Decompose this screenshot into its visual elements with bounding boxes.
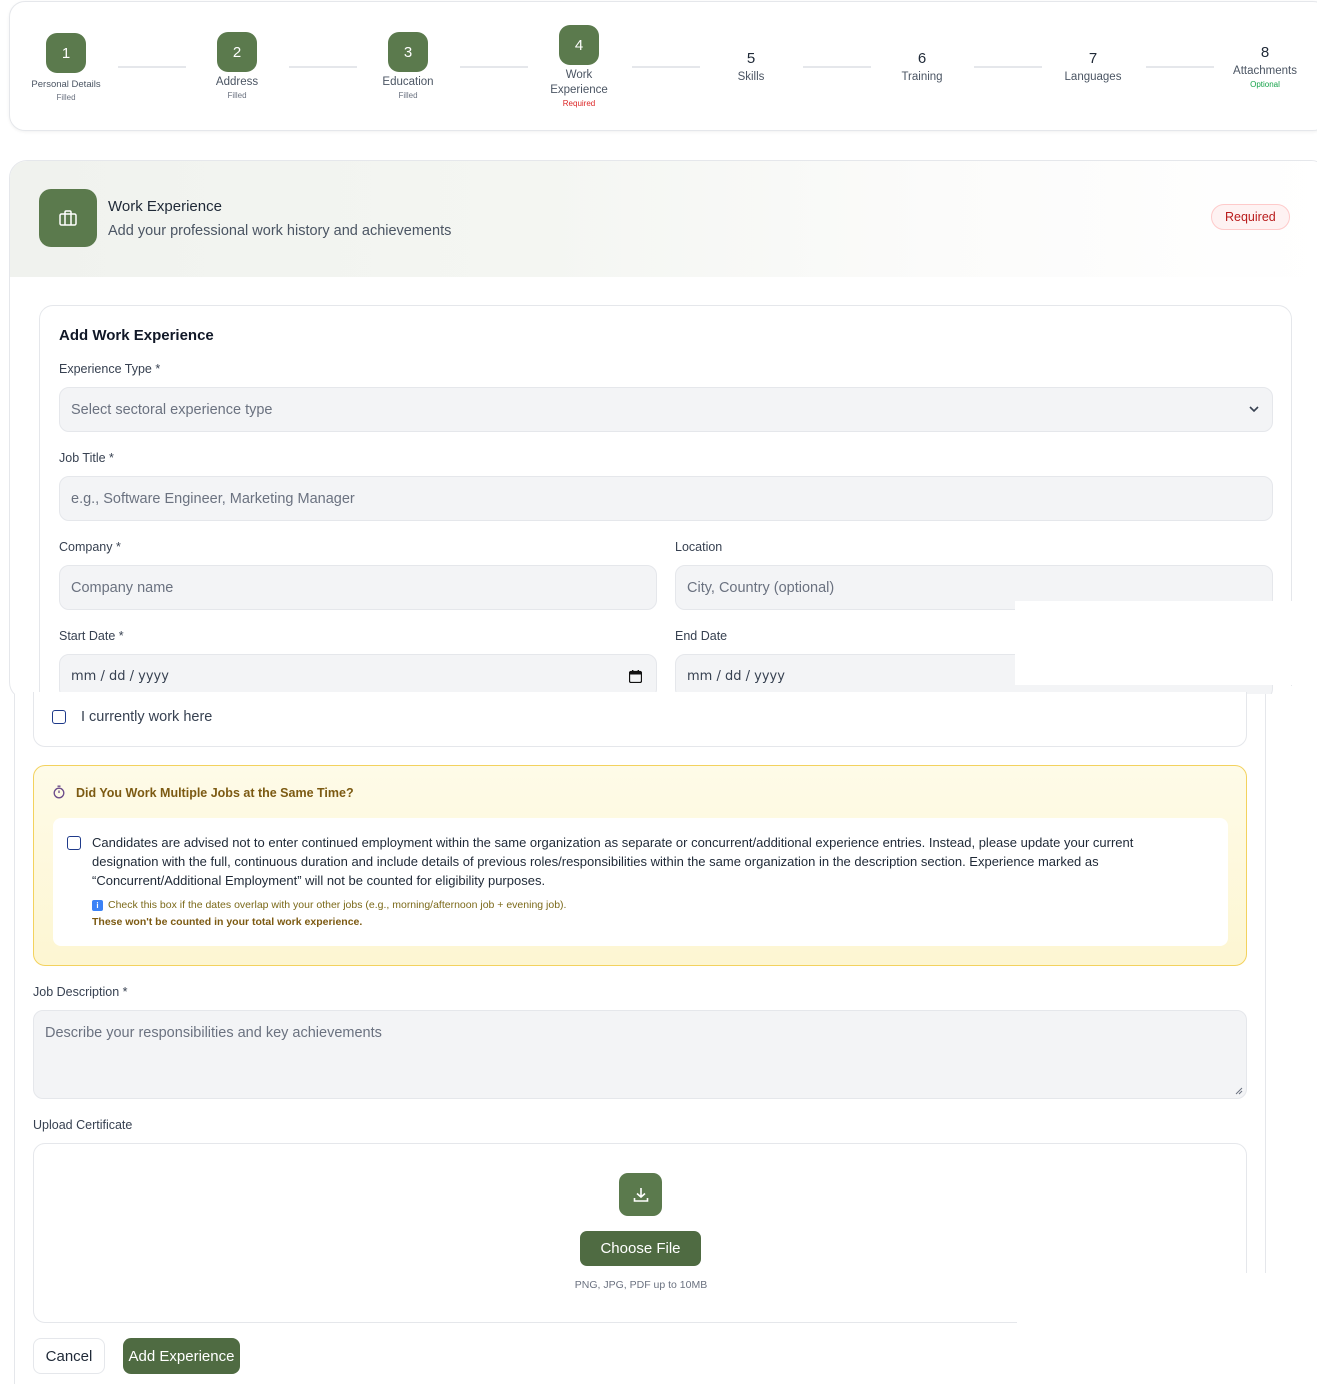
upload-label: Upload Certificate — [33, 1118, 133, 1132]
choose-file-button[interactable]: Choose File — [580, 1231, 701, 1266]
progress-stepper: 1 Personal Details Filled 2 Address Fill… — [9, 1, 1317, 131]
concurrent-note: These won't be counted in your total wor… — [92, 916, 363, 928]
step-status: Filled — [227, 91, 247, 100]
step-status: Required — [562, 99, 596, 108]
step-label: Work Experience — [550, 69, 608, 96]
step-number: 6 — [917, 50, 927, 67]
concurrent-hint-text: Check this box if the dates overlap with… — [108, 899, 567, 911]
chevron-down-icon — [1249, 406, 1259, 413]
section-header: Work Experience Add your professional wo… — [10, 161, 1317, 277]
step-number: 8 — [1260, 44, 1270, 61]
experience-type-value: Select sectoral experience type — [71, 401, 273, 418]
overlay-patch — [1015, 601, 1317, 685]
end-date-label: End Date — [675, 629, 728, 643]
overlay-patch — [1017, 1273, 1317, 1384]
current-job-label[interactable]: I currently work here — [81, 709, 212, 725]
step-attachments[interactable]: 8 Attachments Optional — [1200, 43, 1317, 90]
step-number: 1 — [46, 33, 86, 73]
step-label: Skills — [737, 71, 765, 83]
step-label: Address — [215, 76, 259, 88]
location-placeholder: City, Country (optional) — [687, 579, 835, 596]
step-label: Personal Details — [31, 79, 101, 90]
step-status: Filled — [56, 93, 76, 102]
job-description-label: Job Description * — [33, 985, 128, 999]
job-description-placeholder: Describe your responsibilities and key a… — [45, 1025, 382, 1041]
step-number: 5 — [746, 50, 756, 67]
step-label: Education — [382, 76, 434, 88]
info-icon: i — [92, 900, 103, 911]
cancel-button[interactable]: Cancel — [33, 1338, 105, 1374]
step-label: Training — [901, 71, 943, 83]
step-status: Filled — [398, 91, 418, 100]
step-work-experience[interactable]: 4 Work Experience Required — [514, 25, 644, 109]
required-badge: Required — [1211, 204, 1290, 230]
calendar-icon[interactable] — [629, 670, 642, 683]
experience-type-select[interactable]: Select sectoral experience type — [59, 387, 1273, 432]
job-title-label: Job Title * — [59, 451, 114, 465]
section-title: Work Experience — [108, 198, 222, 215]
page-edge-line — [14, 694, 15, 1384]
stopwatch-icon — [53, 785, 65, 802]
company-placeholder: Company name — [71, 579, 174, 596]
concurrent-description: Candidates are advised not to enter cont… — [92, 835, 1134, 888]
experience-type-label: Experience Type * — [59, 362, 161, 376]
step-skills[interactable]: 5 Skills — [686, 49, 816, 85]
company-input[interactable]: Company name — [59, 565, 657, 610]
start-date-value: mm / dd / yyyy — [71, 669, 169, 684]
concurrent-title: Did You Work Multiple Jobs at the Same T… — [76, 786, 354, 800]
step-status: Optional — [1250, 80, 1280, 89]
briefcase-icon — [39, 189, 97, 247]
resize-handle-icon[interactable] — [1235, 1087, 1243, 1095]
concurrent-checkbox[interactable] — [67, 836, 81, 850]
step-education[interactable]: 3 Education Filled — [343, 32, 473, 101]
overlay-patch — [1290, 686, 1317, 696]
job-title-placeholder: e.g., Software Engineer, Marketing Manag… — [71, 490, 355, 507]
concurrent-hint: i Check this box if the dates overlap wit… — [92, 899, 566, 911]
add-experience-button[interactable]: Add Experience — [123, 1338, 240, 1374]
step-personal-details[interactable]: 1 Personal Details Filled — [1, 33, 131, 103]
step-label: Attachments — [1233, 65, 1297, 77]
step-languages[interactable]: 7 Languages — [1028, 49, 1158, 85]
step-number: 4 — [559, 25, 599, 65]
form-title: Add Work Experience — [59, 327, 214, 344]
step-training[interactable]: 6 Training — [857, 49, 987, 85]
step-address[interactable]: 2 Address Filled — [172, 32, 302, 101]
step-label: Languages — [1064, 71, 1122, 83]
current-job-row: I currently work here — [33, 692, 1247, 747]
download-icon — [619, 1173, 662, 1216]
step-number: 7 — [1088, 50, 1098, 67]
concurrent-employment-box: Did You Work Multiple Jobs at the Same T… — [33, 765, 1247, 966]
concurrent-panel: Candidates are advised not to enter cont… — [53, 818, 1228, 946]
end-date-value: mm / dd / yyyy — [687, 669, 785, 684]
job-title-input[interactable]: e.g., Software Engineer, Marketing Manag… — [59, 476, 1273, 521]
step-number: 3 — [388, 32, 428, 72]
start-date-label: Start Date * — [59, 629, 124, 643]
section-subtitle: Add your professional work history and a… — [108, 223, 452, 239]
step-number: 2 — [217, 32, 257, 72]
job-description-textarea[interactable]: Describe your responsibilities and key a… — [33, 1010, 1247, 1099]
current-job-checkbox[interactable] — [52, 710, 66, 724]
company-label: Company * — [59, 540, 121, 554]
location-label: Location — [675, 540, 723, 554]
